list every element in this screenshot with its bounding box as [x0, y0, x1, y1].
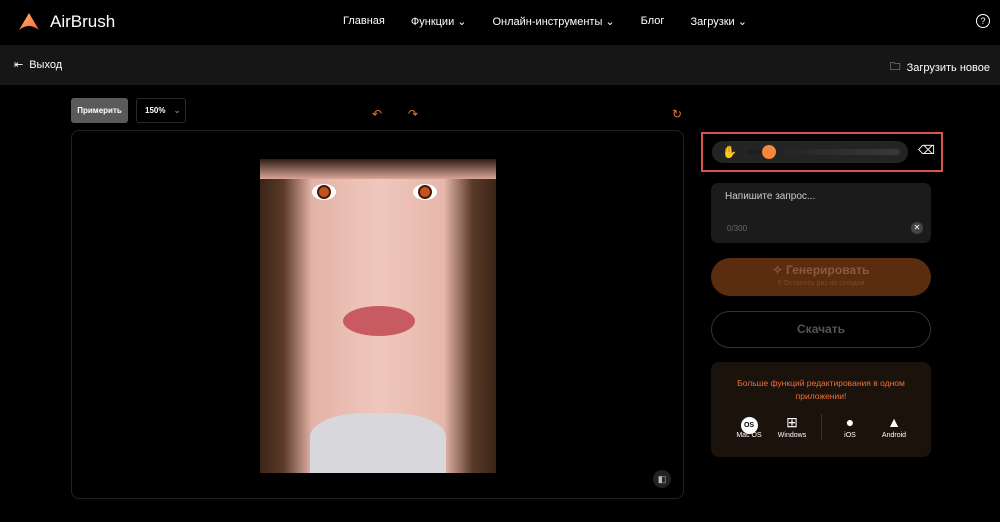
char-counter: 0/300 [727, 224, 748, 233]
question-circle-icon[interactable]: ? [976, 14, 990, 28]
promo-text: Больше функций редактирования в одном пр… [737, 378, 905, 401]
zoom-select[interactable]: 150% ⌄ [136, 98, 186, 123]
portrait-photo [260, 159, 496, 473]
exit-icon: ⇤ [14, 59, 24, 71]
platform-android[interactable]: ▲ Android [869, 412, 919, 439]
apple-icon: ● [845, 414, 855, 430]
sparkle-icon: ✧ [772, 263, 783, 277]
brand-name: AirBrush [50, 12, 116, 31]
editor-toolbar: ⇤ Выход 🗀 Загрузить новое [0, 45, 1000, 85]
platform-label: iOS [844, 432, 856, 439]
platform-windows[interactable]: ⊞ Windows [767, 412, 817, 439]
redo-icon[interactable]: ↷ [408, 107, 418, 121]
exit-button[interactable]: ⇤ Выход [14, 58, 63, 72]
generate-button[interactable]: ✧ Генерировать 5 Осталось раз на сегодня [711, 258, 931, 296]
compare-icon[interactable]: ◧ [653, 470, 671, 488]
remaining-count: 5 Осталось раз на сегодня [777, 280, 865, 287]
close-icon[interactable]: ✕ [911, 222, 923, 234]
try-button[interactable]: Примерить [71, 98, 128, 123]
divider [821, 414, 822, 440]
logo[interactable]: AirBrush [18, 11, 115, 33]
app-promo: Больше функций редактирования в одном пр… [711, 362, 931, 457]
top-nav: AirBrush Главная Функции ⌄ Онлайн-инстру… [0, 0, 1000, 45]
brush-size-slider[interactable] [746, 145, 900, 159]
airbrush-logo-icon [19, 13, 39, 30]
nav-blog[interactable]: Блог [641, 15, 665, 28]
nav-features[interactable]: Функции ⌄ [411, 15, 467, 28]
upload-new-button[interactable]: 🗀 Загрузить новое [890, 58, 990, 77]
platform-ios[interactable]: ● iOS [825, 412, 875, 439]
platform-label: Android [881, 432, 907, 439]
slider-knob[interactable] [762, 145, 777, 159]
exit-label: Выход [29, 58, 63, 71]
upload-label: Загрузить новое [906, 61, 990, 74]
prompt-input[interactable] [725, 191, 905, 211]
nav-downloads[interactable]: Загрузки ⌄ [690, 15, 747, 28]
generate-label: Генерировать [786, 263, 870, 277]
eraser-icon[interactable]: ⌫ [918, 143, 935, 157]
android-icon: ▲ [887, 414, 901, 430]
brush-icon[interactable]: ✋ [722, 145, 737, 159]
download-button[interactable]: Скачать [711, 311, 931, 348]
windows-icon: ⊞ [786, 414, 798, 430]
prompt-box: 0/300 ✕ [711, 183, 931, 243]
folder-upload-icon: 🗀 [889, 61, 901, 73]
chevron-down-icon: ⌄ [173, 106, 181, 115]
image-canvas[interactable]: ◧ [71, 130, 684, 499]
nav-online-tools[interactable]: Онлайн-инструменты ⌄ [493, 15, 615, 28]
undo-icon[interactable]: ↶ [372, 107, 382, 121]
zoom-value: 150% [145, 106, 166, 115]
brush-panel: ✋ ⌫ [701, 132, 943, 172]
reset-icon[interactable]: ↻ [672, 107, 682, 121]
platform-label: Windows [777, 432, 807, 439]
nav-home[interactable]: Главная [343, 15, 385, 28]
